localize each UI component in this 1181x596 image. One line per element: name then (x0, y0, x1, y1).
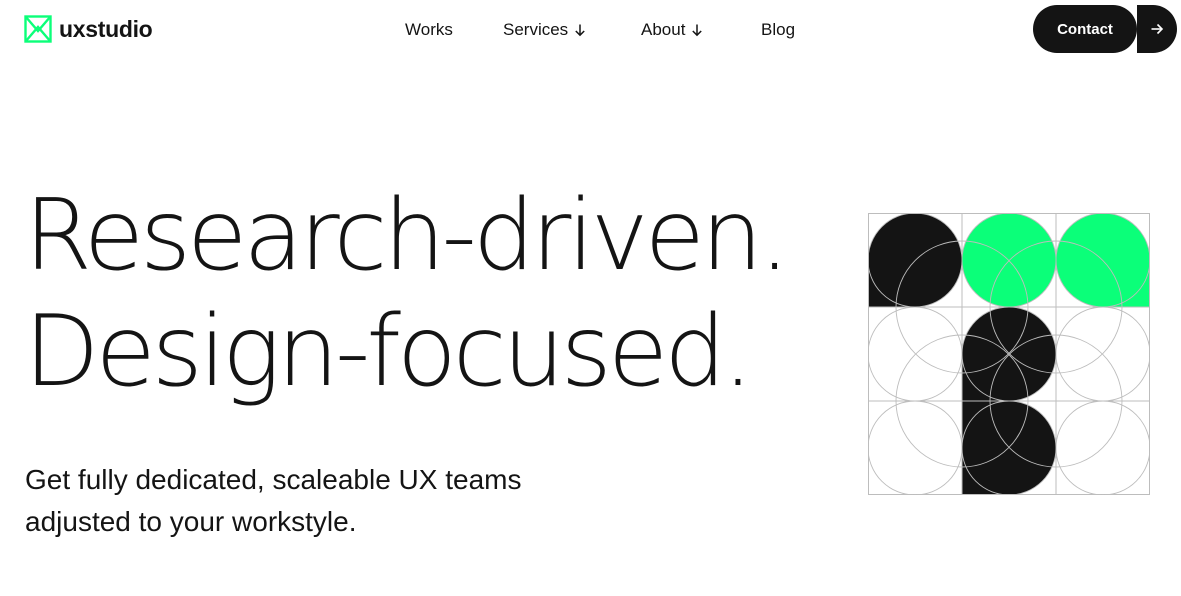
hero-subheading-line-1: Get fully dedicated, scaleable UX teams (25, 464, 522, 495)
geometric-grid-illustration (868, 213, 1150, 495)
accent-shape-top-right (1056, 213, 1150, 307)
nav-item-label: Blog (761, 20, 796, 39)
nav-item-works[interactable]: Works (405, 18, 453, 42)
accent-shape-top-middle (962, 213, 1056, 307)
nav-item-blog[interactable]: Blog (761, 18, 795, 42)
contact-button[interactable]: Contact (1033, 5, 1137, 53)
site-header: uxstudio Works Services About Blog Conta… (0, 0, 1181, 58)
hero-headline: Research-driven. Design-focused. (24, 178, 790, 410)
nav-item-label: Services (503, 20, 569, 39)
nav-item-services[interactable]: Services (503, 18, 586, 42)
dark-shape-top-left (868, 213, 962, 307)
uxstudio-logo-icon (24, 15, 52, 43)
arrow-right-icon (1151, 23, 1164, 35)
contact-button-label: Contact (1057, 20, 1113, 38)
nav-item-label: About (641, 20, 686, 39)
hero-headline-line-2: Design-focused. (24, 295, 753, 409)
dark-shape-middle (962, 307, 1056, 401)
arrow-down-icon (575, 24, 585, 37)
contact-arrow-button[interactable] (1137, 5, 1177, 53)
logo-link[interactable]: uxstudio (24, 15, 153, 43)
nav-item-label: Works (405, 20, 453, 39)
arrow-down-icon (692, 24, 703, 37)
dark-shape-bottom (962, 401, 1056, 495)
hero-subheading: Get fully dedicated, scaleable UX teams … (25, 459, 585, 543)
logo-text: uxstudio (59, 16, 153, 42)
hero-headline-line-1: Research-driven. (24, 179, 790, 293)
hero-subheading-line-2: adjusted to your workstyle. (25, 506, 357, 537)
nav-item-about[interactable]: About (641, 18, 703, 42)
